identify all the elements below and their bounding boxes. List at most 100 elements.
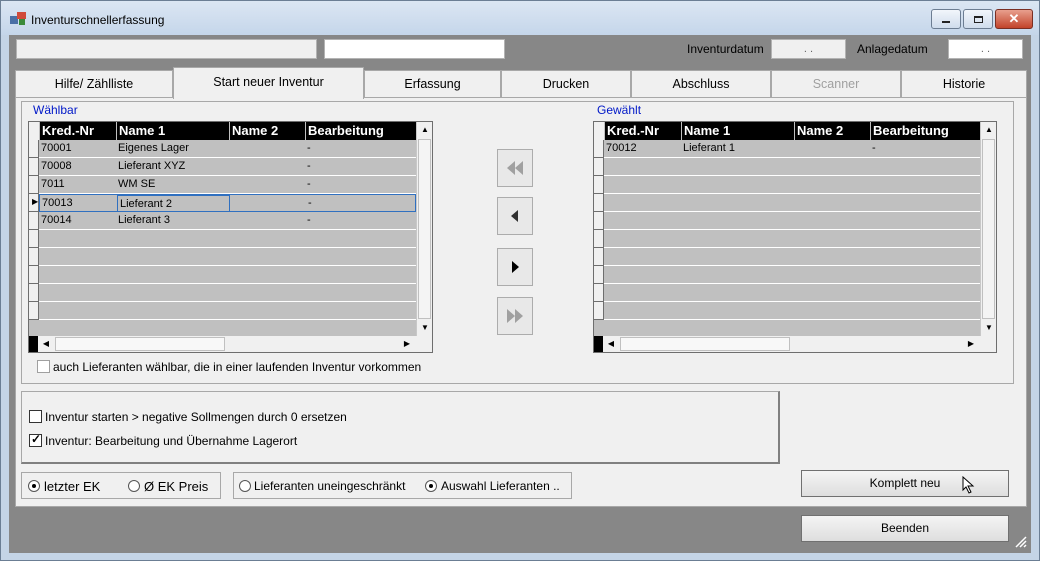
table-cell[interactable] [39,284,116,301]
table-cell[interactable] [39,302,116,319]
row-indicator[interactable] [29,302,39,320]
table-cell[interactable] [681,158,794,175]
table-cell[interactable]: - [305,158,416,175]
table-cell[interactable]: Lieferant 3 [116,212,229,229]
table-row[interactable] [604,284,980,302]
header-field-1[interactable] [16,39,317,59]
col-name2[interactable]: Name 2 [794,122,870,140]
table-cell[interactable] [305,302,416,319]
table-cell[interactable] [229,158,305,175]
table-row[interactable] [604,158,980,176]
col-name1[interactable]: Name 1 [116,122,229,140]
table-cell[interactable] [870,212,980,229]
add-button[interactable] [497,248,533,286]
table-cell[interactable] [39,248,116,265]
table-cell[interactable] [604,212,681,229]
row-indicator[interactable] [29,212,39,230]
table-cell[interactable] [681,284,794,301]
table-cell[interactable] [229,266,305,283]
scroll-up-icon[interactable]: ▲ [981,122,996,138]
uneingeschraenkt-radio[interactable] [239,480,251,492]
table-cell[interactable] [794,194,870,211]
row-indicator[interactable] [29,140,39,158]
row-indicator[interactable] [594,158,604,176]
table-cell[interactable] [116,284,229,301]
row-indicator[interactable]: ▶ [29,194,39,212]
table-cell[interactable] [229,176,305,193]
table-cell[interactable] [870,194,980,211]
row-indicator[interactable] [29,266,39,284]
table-cell[interactable] [604,284,681,301]
table-cell[interactable] [794,230,870,247]
row-indicator[interactable] [594,140,604,158]
table-cell[interactable]: Lieferant XYZ [116,158,229,175]
table-cell[interactable] [229,284,305,301]
table-cell[interactable] [116,302,229,319]
table-cell[interactable] [305,266,416,283]
table-row[interactable] [604,266,980,284]
table-cell[interactable]: - [306,195,417,212]
row-indicator[interactable] [29,284,39,302]
table-cell[interactable] [229,230,305,247]
scroll-left-icon[interactable]: ◀ [603,336,619,352]
hscroll-thumb[interactable] [620,337,790,351]
maximize-button[interactable] [963,9,993,29]
header-field-2[interactable] [324,39,505,59]
scroll-thumb[interactable] [982,139,995,319]
table-cell[interactable] [39,266,116,283]
table-cell[interactable] [794,266,870,283]
add-all-button[interactable] [497,297,533,335]
scroll-right-icon[interactable]: ▶ [399,336,415,352]
table-row[interactable]: 7011 WM SE - [39,176,416,194]
tab-hilfe-zaehlliste[interactable]: Hilfe/ Zählliste [15,70,173,98]
lagerort-checkbox[interactable]: ✓ [29,432,42,447]
table-cell[interactable] [305,284,416,301]
table-row[interactable] [604,230,980,248]
letzter-ek-radio[interactable] [28,480,40,492]
table-cell[interactable] [681,248,794,265]
table-row[interactable] [39,230,416,248]
table-cell[interactable] [794,284,870,301]
negative-sollmengen-checkbox[interactable] [29,410,42,423]
table-cell[interactable] [681,230,794,247]
table-row[interactable] [39,302,416,320]
table-cell[interactable] [305,248,416,265]
table-cell[interactable] [39,230,116,247]
vertical-scrollbar[interactable]: ▲ ▼ [980,122,996,336]
table-cell[interactable]: 7011 [39,176,116,193]
table-row[interactable] [604,176,980,194]
row-indicator[interactable] [29,176,39,194]
anlagedatum-field[interactable]: . . [948,39,1023,59]
resize-grip-icon[interactable] [1013,534,1027,548]
title-bar[interactable]: Inventurschnellerfassung ✕ [1,1,1039,35]
row-indicator[interactable] [594,284,604,302]
table-cell[interactable] [229,212,305,229]
table-cell[interactable] [870,302,980,319]
row-indicator[interactable] [29,230,39,248]
tab-drucken[interactable]: Drucken [501,70,631,98]
horizontal-scrollbar[interactable]: ◀ ▶ [594,336,996,352]
scroll-down-icon[interactable]: ▼ [981,320,996,336]
table-row[interactable]: 70012 Lieferant 1 - [604,140,980,158]
table-cell[interactable] [870,158,980,175]
row-indicator[interactable] [594,176,604,194]
vertical-scrollbar[interactable]: ▲ ▼ [416,122,432,336]
table-cell[interactable]: 70012 [604,140,681,157]
table-cell[interactable] [794,140,870,157]
table-cell[interactable] [229,302,305,319]
scroll-thumb[interactable] [418,139,431,319]
table-row[interactable] [39,284,416,302]
table-cell[interactable]: - [305,212,416,229]
horizontal-scrollbar[interactable]: ◀ ▶ [29,336,432,352]
table-cell[interactable] [604,194,681,211]
table-cell[interactable] [681,194,794,211]
table-cell[interactable] [229,140,305,157]
gewaehlt-grid[interactable]: Kred.-Nr Name 1 Name 2 Bearbeitung 70012… [593,121,997,353]
tab-start-neuer-inventur[interactable]: Start neuer Inventur [173,67,364,99]
table-row[interactable] [604,248,980,266]
tab-historie[interactable]: Historie [901,70,1027,98]
table-cell[interactable] [116,230,229,247]
table-row[interactable]: 70014 Lieferant 3 - [39,212,416,230]
row-indicator[interactable] [594,302,604,320]
table-cell[interactable] [230,195,306,212]
